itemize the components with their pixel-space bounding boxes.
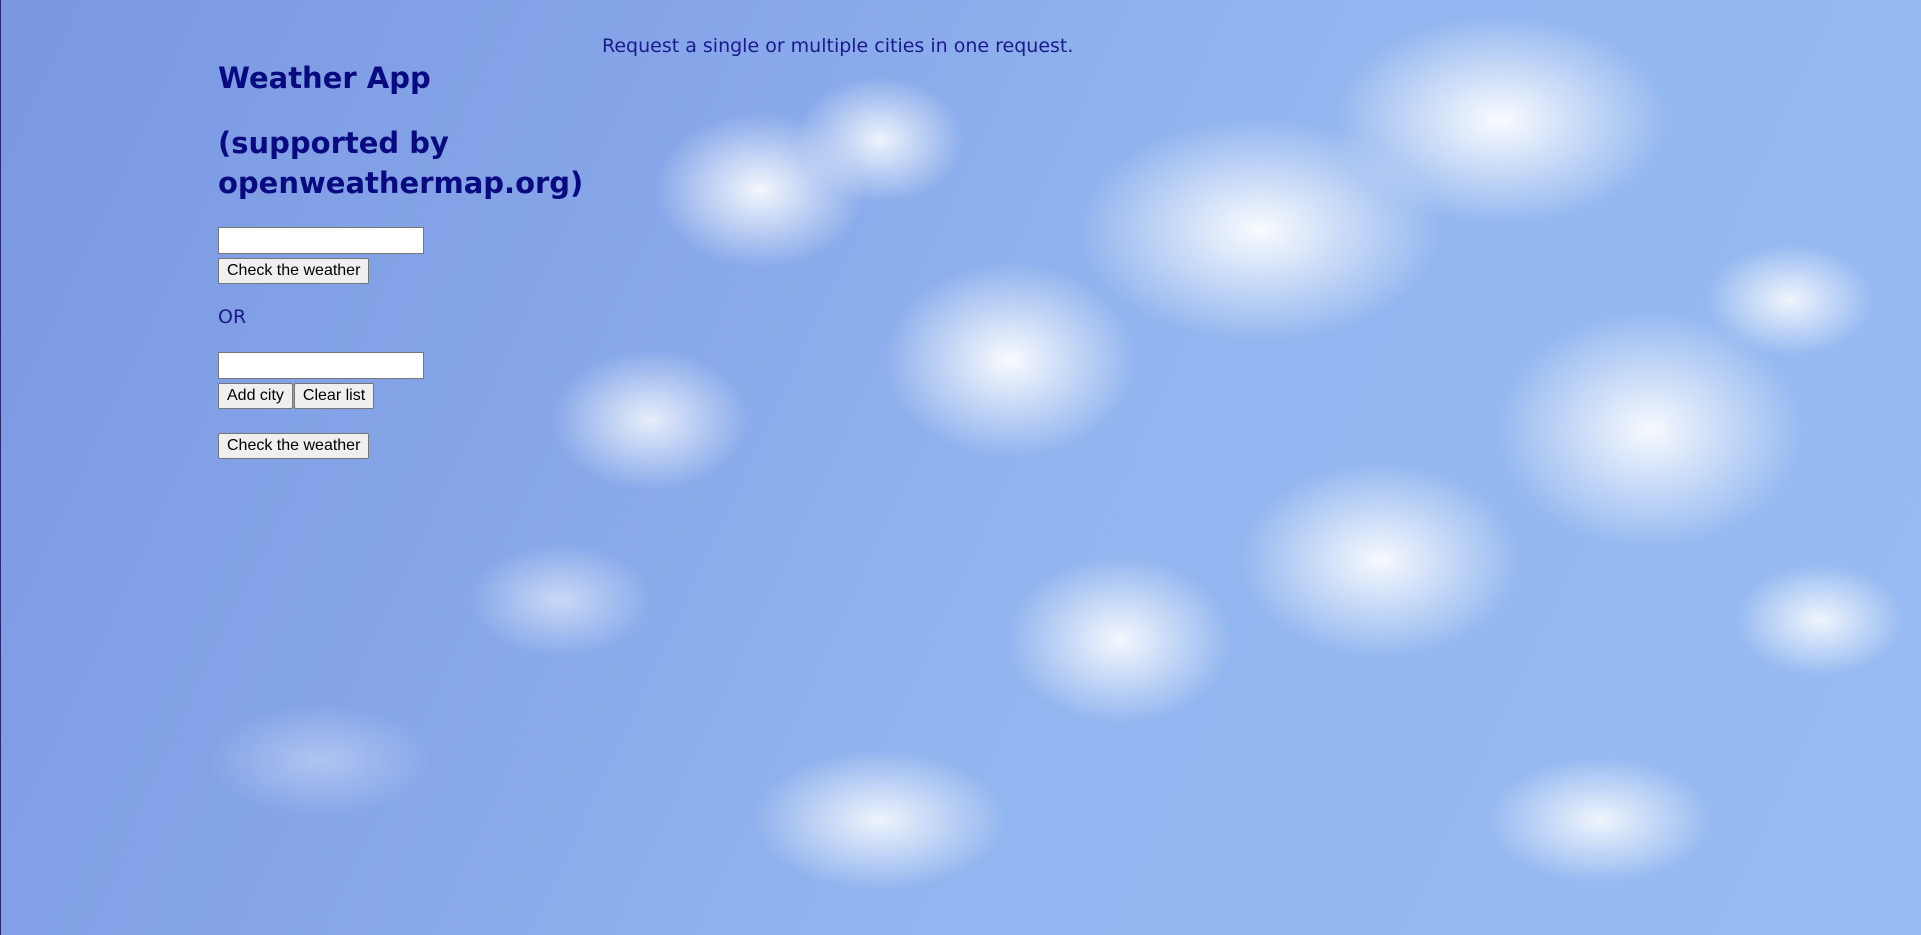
- check-weather-multiple-button[interactable]: Check the weather: [218, 433, 370, 459]
- add-city-button[interactable]: Add city: [218, 383, 293, 409]
- page-title: Weather App: [218, 61, 431, 95]
- tagline-text: Request a single or multiple cities in o…: [602, 35, 1074, 57]
- single-city-input[interactable]: [218, 227, 424, 254]
- window-edge: [0, 0, 1, 935]
- page-subtitle: (supported by openweathermap.org): [218, 126, 584, 200]
- check-weather-single-button[interactable]: Check the weather: [218, 258, 370, 284]
- multiple-city-input[interactable]: [218, 352, 424, 379]
- weather-form-panel: Weather App (supported by openweathermap…: [218, 58, 584, 459]
- or-separator: OR: [218, 306, 247, 328]
- city-list-controls: Add city Clear list: [218, 383, 578, 409]
- clear-list-button[interactable]: Clear list: [293, 383, 375, 409]
